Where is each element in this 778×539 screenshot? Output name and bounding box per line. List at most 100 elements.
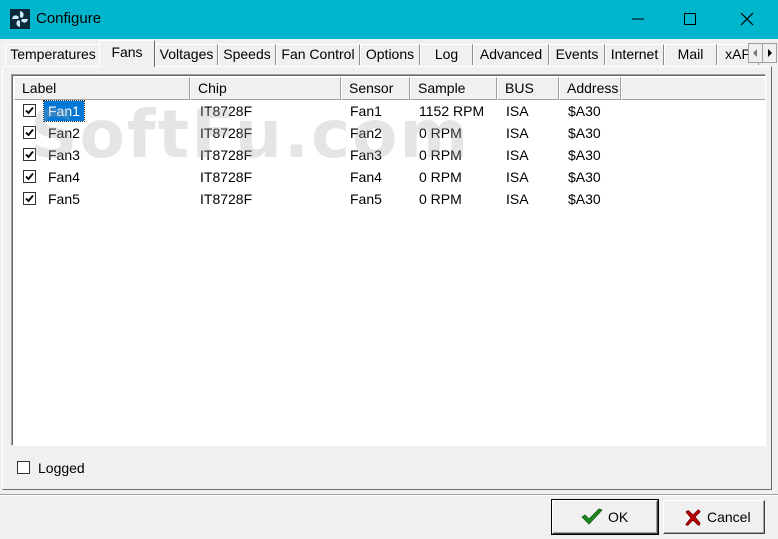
row-sample: 0 RPM (419, 191, 462, 207)
arrow-left-icon (753, 49, 757, 57)
column-header-filler (621, 77, 765, 100)
row-checkbox[interactable] (23, 148, 36, 161)
row-checkbox[interactable] (23, 104, 36, 117)
row-sensor: Fan5 (350, 191, 382, 207)
tab-speeds[interactable]: Speeds (218, 44, 276, 65)
column-header-sensor[interactable]: Sensor (341, 77, 410, 100)
checkmark-icon (25, 172, 34, 181)
row-chip: IT8728F (200, 125, 253, 141)
column-header-label[interactable]: Label (14, 77, 190, 100)
row-label[interactable]: Fan5 (44, 188, 84, 210)
close-icon (740, 12, 754, 26)
tab-advanced[interactable]: Advanced (473, 44, 549, 65)
minimize-button[interactable] (615, 0, 661, 39)
tab-log[interactable]: Log (420, 44, 473, 65)
window-title: Configure (36, 10, 102, 27)
tab-label: Mail (677, 46, 704, 62)
row-checkbox[interactable] (23, 126, 36, 139)
row-address: $A30 (568, 191, 601, 207)
table-row[interactable]: Fan3 IT8728F Fan3 0 RPM ISA $A30 (14, 144, 765, 166)
row-label[interactable]: Fan3 (44, 144, 84, 166)
row-chip: IT8728F (200, 103, 253, 119)
cancel-button-label: Cancel (707, 509, 751, 525)
tab-internet[interactable]: Internet (605, 44, 664, 65)
tab-options[interactable]: Options (360, 44, 420, 65)
logged-checkbox-box[interactable] (17, 461, 30, 474)
row-address: $A30 (568, 125, 601, 141)
column-header-bus[interactable]: BUS (497, 77, 559, 100)
table-row[interactable]: Fan4 IT8728F Fan4 0 RPM ISA $A30 (14, 166, 765, 188)
tab-label: Internet (610, 46, 659, 62)
minimize-icon (632, 18, 644, 20)
row-sensor: Fan2 (350, 125, 382, 141)
row-sample: 1152 RPM (419, 103, 485, 119)
tab-label: Advanced (479, 46, 543, 62)
tab-label: Fan Control (281, 46, 355, 62)
row-bus: ISA (506, 147, 529, 163)
tab-strip: Temperatures Fans Voltages Speeds Fan Co… (0, 39, 778, 67)
column-header-address[interactable]: Address (559, 77, 621, 100)
tab-label: Options (365, 46, 415, 62)
ok-button[interactable]: OK (551, 499, 659, 535)
tab-label: xAP (725, 46, 751, 62)
table-row[interactable]: Fan2 IT8728F Fan2 0 RPM ISA $A30 (14, 122, 765, 144)
tab-fans[interactable]: Fans (99, 40, 155, 67)
checkmark-icon (25, 194, 34, 203)
checkmark-icon (581, 508, 603, 525)
tab-scroll-right-button[interactable] (762, 43, 777, 63)
tab-label: Speeds (223, 46, 271, 62)
tab-label: Voltages (159, 46, 214, 62)
row-address: $A30 (568, 147, 601, 163)
tab-temperatures[interactable]: Temperatures (5, 44, 101, 65)
column-header-sample[interactable]: Sample (410, 77, 497, 100)
row-chip: IT8728F (200, 191, 253, 207)
checkmark-icon (25, 150, 34, 159)
close-button[interactable] (724, 0, 770, 39)
button-separator (0, 494, 778, 496)
tab-fan-control[interactable]: Fan Control (276, 44, 360, 65)
row-bus: ISA (506, 103, 529, 119)
row-sample: 0 RPM (419, 125, 462, 141)
row-sensor: Fan1 (350, 103, 382, 119)
row-checkbox[interactable] (23, 170, 36, 183)
row-sensor: Fan3 (350, 147, 382, 163)
column-header-chip[interactable]: Chip (190, 77, 341, 100)
row-address: $A30 (568, 103, 601, 119)
checkmark-icon (25, 128, 34, 137)
fan-app-icon (10, 9, 30, 29)
configure-window: Configure Temperatures Fans Voltages Spe… (0, 0, 778, 539)
row-chip: IT8728F (200, 147, 253, 163)
row-sample: 0 RPM (419, 169, 462, 185)
tab-label: Fans (111, 44, 143, 60)
row-address: $A30 (568, 169, 601, 185)
arrow-right-icon (768, 49, 772, 57)
row-chip: IT8728F (200, 169, 253, 185)
cross-icon (685, 509, 701, 526)
table-row[interactable]: Fan1 IT8728F Fan1 1152 RPM ISA $A30 (14, 100, 765, 122)
row-sample: 0 RPM (419, 147, 462, 163)
table-row[interactable]: Fan5 IT8728F Fan5 0 RPM ISA $A30 (14, 188, 765, 210)
tab-label: Log (434, 46, 459, 62)
ok-button-label: OK (608, 509, 629, 525)
tab-events[interactable]: Events (549, 44, 605, 65)
checkmark-icon (25, 106, 34, 115)
fans-list[interactable]: Label Chip Sensor Sample BUS Address Fan… (11, 74, 766, 446)
list-header: Label Chip Sensor Sample BUS Address (14, 77, 765, 100)
row-bus: ISA (506, 191, 529, 207)
row-label[interactable]: Fan4 (44, 166, 84, 188)
cancel-button[interactable]: Cancel (663, 500, 765, 534)
title-bar[interactable]: Configure (0, 0, 778, 39)
row-bus: ISA (506, 125, 529, 141)
tab-label: Temperatures (10, 46, 96, 62)
tab-voltages[interactable]: Voltages (155, 44, 218, 65)
tab-scroll-left-button[interactable] (748, 43, 763, 63)
tab-mail[interactable]: Mail (664, 44, 717, 65)
maximize-button[interactable] (667, 0, 713, 39)
tab-label: Events (555, 46, 599, 62)
logged-label: Logged (38, 460, 85, 476)
row-bus: ISA (506, 169, 529, 185)
row-label[interactable]: Fan2 (44, 122, 84, 144)
maximize-icon (684, 13, 696, 25)
row-label[interactable]: Fan1 (43, 100, 85, 122)
row-checkbox[interactable] (23, 192, 36, 205)
